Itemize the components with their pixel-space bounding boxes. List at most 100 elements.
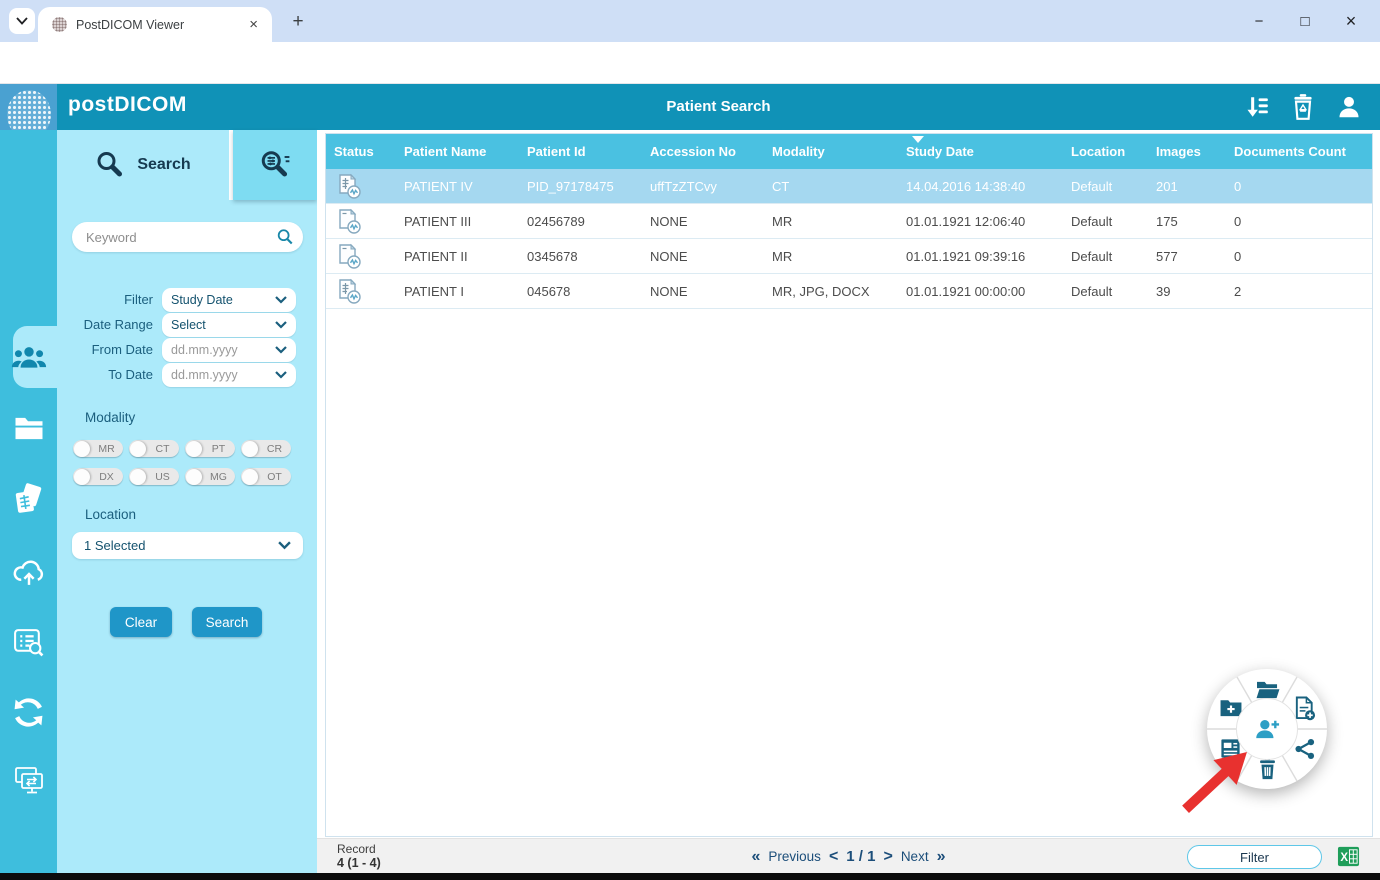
recycle-bin-icon[interactable] [1290,93,1316,121]
toggle-knob [74,440,90,457]
cell-accession-no: NONE [650,213,688,229]
postdicom-favicon [52,17,67,32]
tab-advanced-search[interactable] [233,130,317,200]
sort-download-icon[interactable] [1244,93,1270,121]
from-date-select[interactable]: dd.mm.yyyy [162,337,296,362]
from-date-label: From Date [91,342,153,357]
folder-icon [15,417,42,439]
search-button[interactable]: Search [192,607,262,637]
export-excel-icon[interactable]: X [1337,845,1360,868]
column-header-study-date[interactable]: Study Date [898,134,1063,169]
column-header-documents-count[interactable]: Documents Count [1226,134,1372,169]
to-date-select[interactable]: dd.mm.yyyy [162,362,296,387]
next-page-icon[interactable]: > [883,848,892,866]
cell-location: Default [1071,283,1113,299]
cell-modality: MR [772,248,793,264]
modality-toggle-dx[interactable]: DX [73,468,123,485]
cell-location: Default [1071,213,1113,229]
toggle-knob [186,440,202,457]
table-header-row: Status Patient Name Patient Id Accession… [326,134,1372,169]
document-icon [339,208,361,234]
advanced-search-icon [261,151,290,177]
annotation-arrow [1182,752,1247,813]
search-tab-label: Search [137,156,191,173]
chevron-down-icon [275,295,287,304]
worklist-search-icon [14,628,44,656]
tab-basic-search[interactable]: Search [57,130,229,200]
previous-page-button[interactable]: Previous [768,849,821,864]
table-row-patient-iv[interactable]: PATIENT IV PID_97178475 uffTzZTCvy CT 14… [326,169,1372,204]
column-header-modality[interactable]: Modality [764,134,898,169]
new-tab-button[interactable]: + [286,11,310,33]
sidebar-item-remote-devices[interactable] [0,752,57,808]
cell-images: 577 [1156,248,1178,264]
clear-button[interactable]: Clear [110,607,172,637]
modality-toggle-cr[interactable]: CR [241,440,291,457]
sync-icon [14,697,43,727]
sidebar-item-patients[interactable] [0,329,57,385]
tab-search-button[interactable] [9,8,35,34]
sidebar-item-folders[interactable] [0,400,57,456]
remote-devices-icon [14,767,43,794]
browser-tab[interactable]: PostDICOM Viewer × [38,7,272,42]
toggle-knob [186,468,202,485]
column-header-status[interactable]: Status [326,134,396,169]
close-tab-icon[interactable]: × [245,16,262,33]
user-icon[interactable] [1336,93,1362,121]
sidebar-item-studies[interactable] [0,472,57,528]
table-row-patient-iii[interactable]: PATIENT III 02456789 NONE MR 01.01.1921 … [326,204,1372,239]
previous-page-icon[interactable]: < [829,848,838,866]
modality-toggle-pt[interactable]: PT [185,440,235,457]
modality-toggle-mr[interactable]: MR [73,440,123,457]
from-date-row: From Date dd.mm.yyyy [67,337,303,362]
modality-toggle-ot[interactable]: OT [241,468,291,485]
open-folder-icon [1256,681,1279,698]
filter-button[interactable]: Filter [1187,845,1322,869]
cell-patient-id: 02456789 [527,213,585,229]
close-window-button[interactable]: × [1328,11,1374,32]
add-document-icon [1295,696,1315,720]
modality-toggle-ct[interactable]: CT [129,440,179,457]
sort-desc-icon [912,136,924,143]
minimize-button[interactable]: − [1236,13,1282,30]
cell-accession-no: uffTzZTCvy [650,178,717,194]
maximize-button[interactable]: □ [1282,13,1328,30]
sidebar-item-sync[interactable] [0,684,57,740]
toggle-knob [242,468,258,485]
date-range-select[interactable]: Select [162,312,296,337]
table-row-patient-i[interactable]: PATIENT I 045678 NONE MR, JPG, DOCX 01.0… [326,274,1372,309]
next-page-button[interactable]: Next [901,849,929,864]
column-header-images[interactable]: Images [1148,134,1226,169]
cell-location: Default [1071,178,1113,194]
filter-select[interactable]: Study Date [162,287,296,312]
cell-study-date: 14.04.2016 14:38:40 [906,178,1026,194]
sidebar-item-worklist[interactable] [0,614,57,670]
cell-modality: MR, JPG, DOCX [772,283,870,299]
first-page-icon[interactable]: « [752,848,761,866]
cell-documents-count: 0 [1234,213,1242,229]
cell-accession-no: NONE [650,248,688,264]
page-indicator: 1 / 1 [846,848,876,865]
cell-patient-name: PATIENT III [404,213,472,229]
column-header-accession-no[interactable]: Accession No [642,134,764,169]
keyword-input[interactable] [72,222,303,252]
left-navigation-rail [0,130,57,873]
modality-toggle-us[interactable]: US [129,468,179,485]
keyword-search-icon[interactable] [276,228,294,246]
xray-studies-icon [15,483,41,513]
browser-tab-strip: PostDICOM Viewer × + − □ × [0,0,1380,42]
svg-text:X: X [1340,852,1348,864]
location-select[interactable]: 1 Selected [72,532,303,559]
share-icon [1295,739,1315,759]
cell-patient-name: PATIENT II [404,248,468,264]
cell-patient-id: 045678 [527,283,571,299]
modality-toggle-mg[interactable]: MG [185,468,235,485]
last-page-icon[interactable]: » [937,848,946,866]
column-header-location[interactable]: Location [1063,134,1148,169]
sidebar-item-upload[interactable] [0,544,57,600]
column-header-patient-id[interactable]: Patient Id [519,134,642,169]
cell-images: 175 [1156,213,1178,229]
column-header-patient-name[interactable]: Patient Name [396,134,519,169]
table-row-patient-ii[interactable]: PATIENT II 0345678 NONE MR 01.01.1921 09… [326,239,1372,274]
cell-study-date: 01.01.1921 12:06:40 [906,213,1026,229]
